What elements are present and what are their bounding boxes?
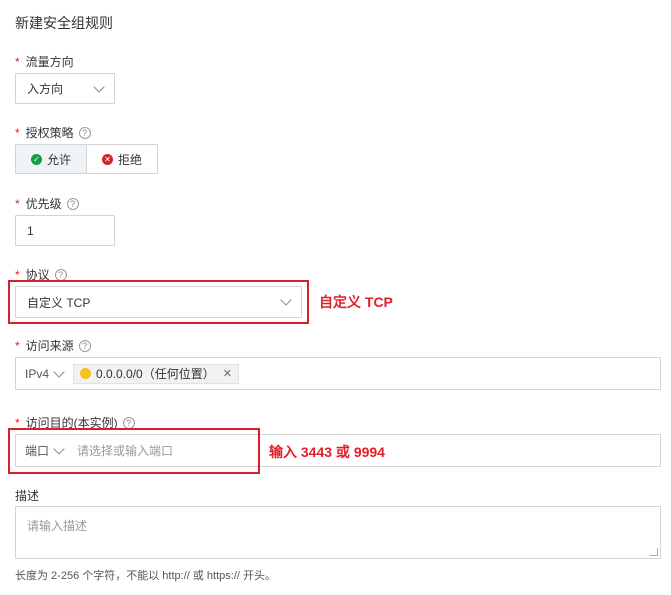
description-textarea[interactable]: 请输入描述 xyxy=(15,506,661,559)
chevron-down-icon xyxy=(280,294,292,306)
close-icon[interactable]: ✕ xyxy=(223,367,232,380)
protocol-annotation: 自定义 TCP xyxy=(319,294,393,310)
source-tag: 0.0.0.0/0（任何位置） ✕ xyxy=(73,363,239,384)
protocol-select[interactable]: 自定义 TCP xyxy=(15,286,302,318)
page-title: 新建安全组规则 xyxy=(15,15,113,31)
chevron-down-icon xyxy=(93,80,105,93)
help-icon[interactable]: ? xyxy=(122,416,135,429)
help-icon[interactable]: ? xyxy=(78,126,91,139)
deny-option[interactable]: ✕ 拒绝 xyxy=(87,144,158,174)
port-annotation: 输入 3443 或 9994 xyxy=(269,444,385,460)
port-highlight xyxy=(8,428,260,474)
direction-select[interactable]: 入方向 xyxy=(15,73,115,104)
close-circle-icon: ✕ xyxy=(101,153,113,165)
source-label: * 访问来源 ? xyxy=(15,337,91,354)
help-icon[interactable]: ? xyxy=(66,197,79,210)
direction-label: * 流量方向 xyxy=(15,54,74,70)
chevron-down-icon xyxy=(53,365,65,378)
resize-handle-icon[interactable] xyxy=(650,548,658,556)
ip-type-select[interactable]: IPv4 xyxy=(25,367,49,381)
help-icon[interactable]: ? xyxy=(54,268,67,281)
priority-label: * 优先级 ? xyxy=(15,195,79,212)
policy-label: * 授权策略 ? xyxy=(15,124,91,141)
source-input[interactable]: IPv4 0.0.0.0/0（任何位置） ✕ xyxy=(15,357,661,390)
priority-input[interactable]: 1 xyxy=(15,215,115,246)
help-icon[interactable]: ? xyxy=(78,339,91,352)
allow-option[interactable]: ✓ 允许 xyxy=(15,144,87,174)
description-label: 描述 xyxy=(15,489,40,503)
description-hint: 长度为 2-256 个字符，不能以 http:// 或 https:// 开头。 xyxy=(15,570,277,582)
policy-segmented: ✓ 允许 ✕ 拒绝 xyxy=(15,144,158,174)
check-circle-icon: ✓ xyxy=(30,153,42,165)
info-dot-icon xyxy=(80,368,92,379)
